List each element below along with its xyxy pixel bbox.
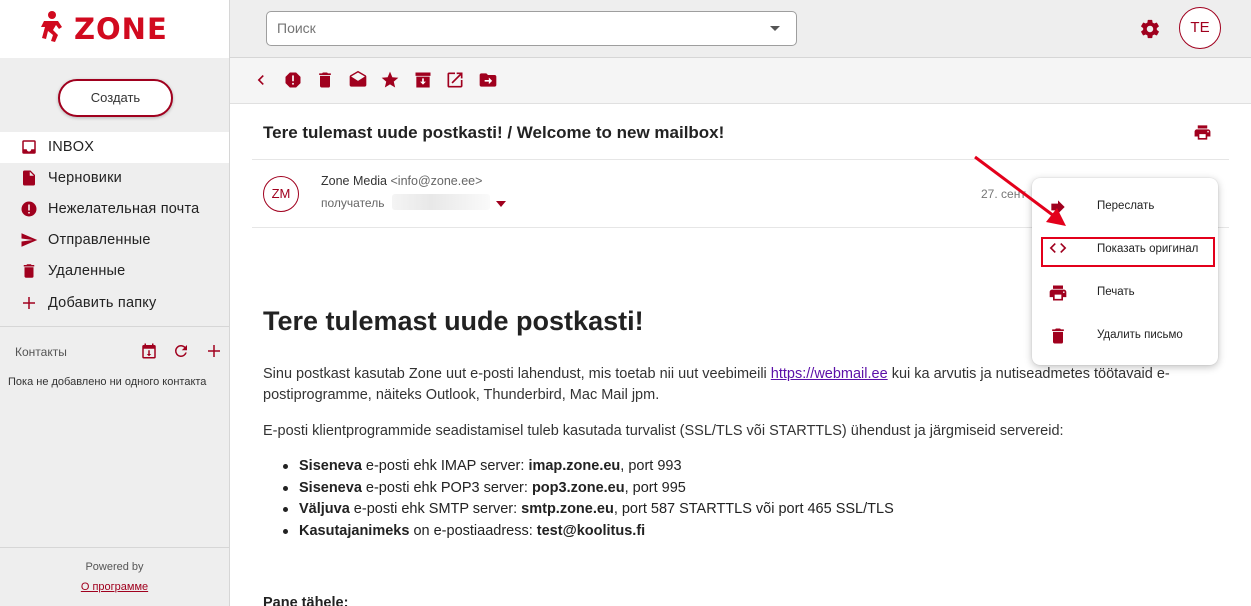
sidebar-item-drafts[interactable]: Черновики <box>0 163 229 194</box>
open-external-icon[interactable] <box>445 70 465 90</box>
sidebar-item-label: Добавить папку <box>48 295 157 311</box>
message-subject: Tere tulemast uude postkasti! / Welcome … <box>263 123 725 142</box>
sidebar-item-sent[interactable]: Отправленные <box>0 225 229 256</box>
list-item: Kasutajanimeks on e-postiaadress: test@k… <box>281 521 894 543</box>
sender-email: <info@zone.ee> <box>390 174 483 188</box>
top-bar: ZONE TE <box>0 0 1251 58</box>
draft-icon <box>23 170 35 186</box>
list-item: Siseneva e-posti ehk POP3 server: pop3.z… <box>281 478 894 500</box>
search-input[interactable] <box>277 20 757 36</box>
body-heading: Tere tulemast uude postkasti! <box>263 306 644 336</box>
mail-app: ZONE TE Создать INBOX Черновики Нежелате… <box>0 0 1251 606</box>
import-contacts-icon[interactable] <box>140 342 158 360</box>
recipient-label: получатель <box>321 196 385 210</box>
move-icon[interactable] <box>478 70 498 90</box>
gear-icon[interactable] <box>1139 18 1161 40</box>
body-paragraph: E-posti klientprogrammide seadistamisel … <box>263 423 1064 439</box>
divider <box>0 326 229 327</box>
user-avatar[interactable]: TE <box>1179 7 1221 49</box>
list-item: Väljuva e-posti ehk SMTP server: smtp.zo… <box>281 499 894 521</box>
server-list: Siseneva e-posti ehk IMAP server: imap.z… <box>281 456 894 542</box>
refresh-icon[interactable] <box>172 342 190 360</box>
sidebar-item-label: Удаленные <box>48 263 126 279</box>
mark-read-icon[interactable] <box>348 70 368 90</box>
message-toolbar <box>230 58 1251 104</box>
sender-avatar: ZM <box>263 176 299 212</box>
text: Sinu postkast kasutab Zone uut e-posti l… <box>263 366 771 382</box>
trash-icon[interactable] <box>315 70 335 90</box>
sender-name: Zone Media <box>321 174 388 188</box>
about-link[interactable]: О программе <box>0 581 229 593</box>
sidebar-item-label: Черновики <box>48 170 122 186</box>
trash-icon <box>23 264 35 278</box>
sidebar-item-add-folder[interactable]: Добавить папку <box>0 288 229 319</box>
sidebar-item-label: INBOX <box>48 139 95 155</box>
trash-icon <box>1052 328 1064 344</box>
divider <box>0 547 229 548</box>
plus-icon <box>23 297 35 309</box>
spam-icon[interactable] <box>283 70 303 90</box>
contacts-title: Контакты <box>15 345 67 359</box>
divider <box>252 159 1229 160</box>
menu-item-label: Печать <box>1097 286 1135 298</box>
chevron-down-icon[interactable] <box>496 201 506 207</box>
compose-button[interactable]: Создать <box>58 79 173 117</box>
spam-icon <box>21 201 37 217</box>
powered-by: Powered by <box>85 561 144 573</box>
back-icon[interactable] <box>251 70 271 90</box>
search-box[interactable] <box>266 11 797 46</box>
zone-logo: ZONE <box>41 11 168 46</box>
sidebar-item-label: Отправленные <box>48 232 151 248</box>
annotation-arrow <box>974 155 1066 226</box>
send-icon <box>21 233 38 247</box>
recipient-redacted <box>392 194 490 210</box>
star-icon[interactable] <box>380 70 400 90</box>
body-paragraph: Sinu postkast kasutab Zone uut e-posti l… <box>263 364 1183 406</box>
inbox-icon <box>22 140 36 154</box>
sidebar-item-spam[interactable]: Нежелательная почта <box>0 194 229 225</box>
no-contacts-text: Пока не добавлено ни одного контакта <box>8 376 207 388</box>
print-icon <box>1049 285 1067 301</box>
sidebar-item-trash[interactable]: Удаленные <box>0 256 229 287</box>
menu-item-delete[interactable]: Удалить письмо <box>1032 316 1218 356</box>
sidebar: Создать INBOX Черновики Нежелательная по… <box>0 58 230 606</box>
menu-item-print[interactable]: Печать <box>1032 273 1218 313</box>
list-item: Siseneva e-posti ehk IMAP server: imap.z… <box>281 456 894 478</box>
body-subheading: Pane tähele: <box>263 595 349 606</box>
sender[interactable]: Zone Media <info@zone.ee> <box>321 174 482 188</box>
add-contact-icon[interactable] <box>205 342 223 360</box>
chevron-down-icon[interactable] <box>770 26 780 31</box>
highlight-box <box>1041 237 1215 267</box>
archive-icon[interactable] <box>413 70 433 90</box>
menu-item-label: Переслать <box>1097 200 1155 212</box>
menu-item-label: Удалить письмо <box>1097 329 1183 341</box>
sidebar-item-label: Нежелательная почта <box>48 201 200 217</box>
print-icon[interactable] <box>1192 123 1213 142</box>
logo-area[interactable]: ZONE <box>0 0 230 58</box>
logo-text: ZONE <box>74 12 168 46</box>
sidebar-item-inbox[interactable]: INBOX <box>0 132 229 163</box>
webmail-link[interactable]: https://webmail.ee <box>771 366 888 382</box>
